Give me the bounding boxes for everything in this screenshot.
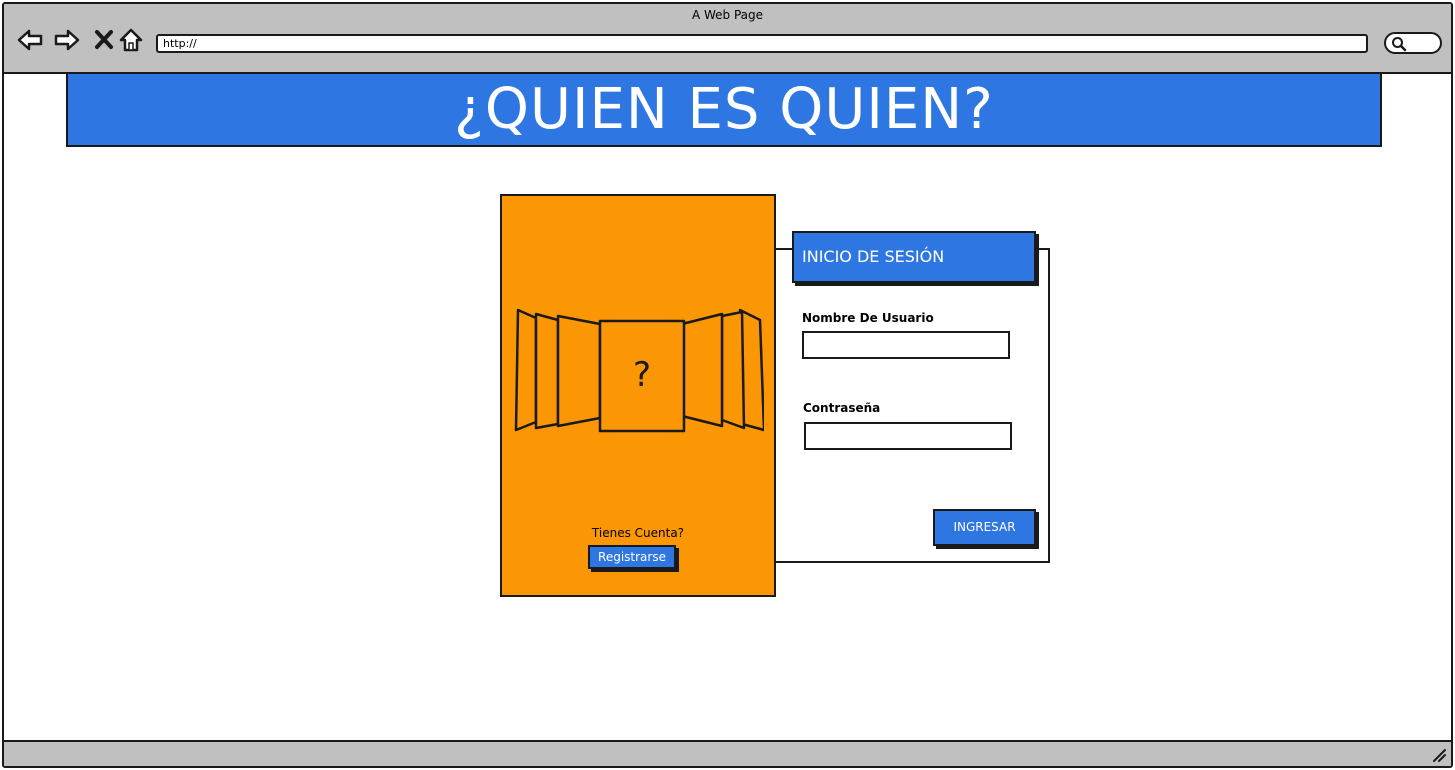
browser-statusbar: [4, 740, 1451, 766]
password-label: Contraseña: [803, 401, 881, 415]
username-input[interactable]: [802, 331, 1010, 359]
search-icon: [1392, 37, 1407, 52]
welcome-panel: ? Tienes Cuenta? Registrarse: [500, 194, 776, 597]
resize-grip-icon[interactable]: [1431, 747, 1447, 763]
card-question-mark: ?: [633, 355, 651, 395]
window-title: A Web Page: [691, 8, 764, 22]
browser-search-box[interactable]: [1384, 32, 1442, 54]
login-submit-button[interactable]: INGRESAR: [933, 509, 1036, 546]
page-title: ¿QUIEN ES QUIEN?: [454, 77, 994, 142]
username-label: Nombre De Usuario: [802, 311, 934, 325]
password-input[interactable]: [804, 422, 1012, 450]
card-carousel-illustration: ?: [514, 308, 764, 433]
home-icon[interactable]: [118, 26, 146, 54]
stop-icon[interactable]: [91, 26, 119, 54]
forward-arrow-icon[interactable]: [53, 26, 81, 54]
login-header: INICIO DE SESIÓN: [792, 231, 1036, 283]
browser-titlebar: A Web Page http://: [4, 4, 1451, 74]
register-button[interactable]: Registrarse: [588, 545, 676, 569]
back-arrow-icon[interactable]: [16, 26, 44, 54]
register-prompt: Tienes Cuenta?: [591, 526, 685, 540]
url-bar[interactable]: http://: [156, 34, 1368, 53]
page-banner: ¿QUIEN ES QUIEN?: [66, 72, 1382, 147]
